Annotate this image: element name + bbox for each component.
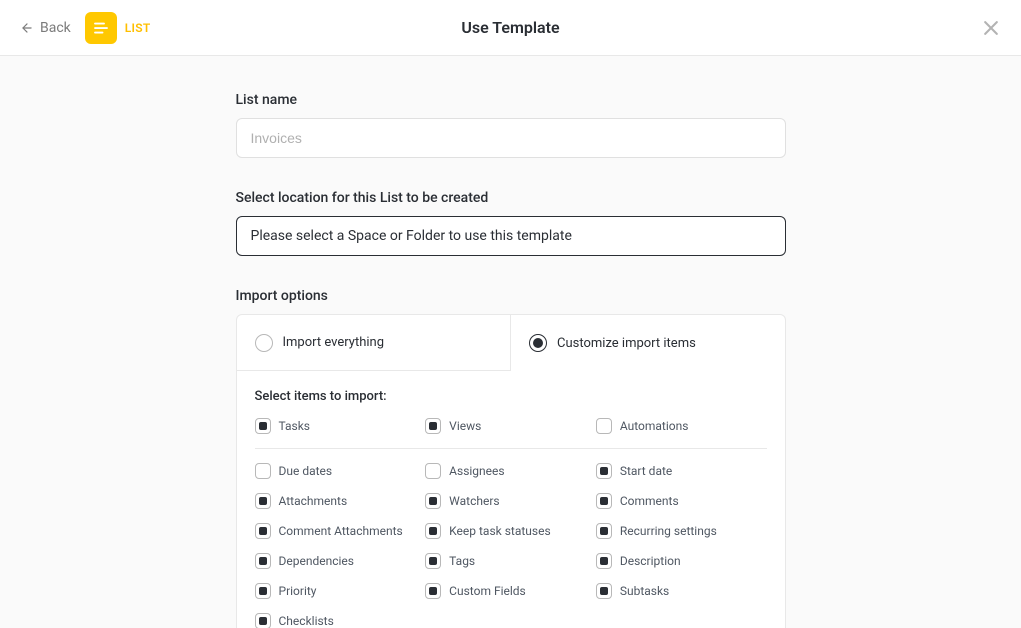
location-label: Select location for this List to be crea… <box>236 190 786 206</box>
checkbox-due_dates[interactable]: Due dates <box>255 463 426 479</box>
location-placeholder: Please select a Space or Folder to use t… <box>251 228 572 244</box>
checkbox-icon <box>255 418 271 434</box>
checkbox-label: Description <box>620 554 681 568</box>
select-items-label: Select items to import: <box>255 389 767 404</box>
page-title: Use Template <box>461 18 559 37</box>
import-options-label: Import options <box>236 288 786 304</box>
checkbox-icon <box>255 613 271 628</box>
checkbox-description[interactable]: Description <box>596 553 767 569</box>
checkbox-icon <box>596 463 612 479</box>
checkbox-icon <box>255 523 271 539</box>
import-content: Select items to import: Tasks Views Automa… <box>237 371 785 628</box>
import-tab-label: Customize import items <box>557 336 696 351</box>
checkbox-icon <box>425 493 441 509</box>
arrow-left-icon <box>20 21 34 35</box>
close-icon <box>981 18 1001 38</box>
checkbox-custom_fields[interactable]: Custom Fields <box>425 583 596 599</box>
import-panel: Import everything Customize import items… <box>236 314 786 628</box>
grid-row: Attachments Watchers Comments <box>255 493 767 509</box>
checkbox-icon <box>596 493 612 509</box>
topbar: Back LIST Use Template <box>0 0 1021 56</box>
checkbox-dependencies[interactable]: Dependencies <box>255 553 426 569</box>
checkbox-label: Assignees <box>449 464 504 478</box>
checkbox-label: Comment Attachments <box>279 524 403 538</box>
import-tab-customize[interactable]: Customize import items <box>511 315 785 371</box>
list-name-label: List name <box>236 92 786 108</box>
checkbox-icon <box>596 523 612 539</box>
checkbox-assignees[interactable]: Assignees <box>425 463 596 479</box>
grid-row: Checklists <box>255 613 767 628</box>
radio-icon <box>255 334 273 352</box>
checkbox-label: Comments <box>620 494 679 508</box>
checkbox-label: Keep task statuses <box>449 524 550 538</box>
checkbox-icon <box>255 553 271 569</box>
checkbox-comments[interactable]: Comments <box>596 493 767 509</box>
checkbox-label: Attachments <box>279 494 348 508</box>
checkbox-icon <box>425 523 441 539</box>
checkbox-label: Recurring settings <box>620 524 717 538</box>
checkbox-icon <box>596 418 612 434</box>
checkbox-label: Due dates <box>279 464 333 478</box>
back-label: Back <box>40 20 71 36</box>
checkbox-label: Custom Fields <box>449 584 526 598</box>
checkbox-label: Automations <box>620 419 689 433</box>
import-tab-everything[interactable]: Import everything <box>237 315 512 371</box>
checkbox-views[interactable]: Views <box>425 418 596 434</box>
template-form: List name Select location for this List … <box>236 92 786 628</box>
checkbox-start_date[interactable]: Start date <box>596 463 767 479</box>
checkbox-label: Priority <box>279 584 317 598</box>
checkbox-label: Tasks <box>279 419 311 433</box>
checkbox-label: Tags <box>449 554 475 568</box>
grid-row: Dependencies Tags Description <box>255 553 767 569</box>
checkbox-comment_attachments[interactable]: Comment Attachments <box>255 523 426 539</box>
checkbox-tags[interactable]: Tags <box>425 553 596 569</box>
checkbox-keep_task_statuses[interactable]: Keep task statuses <box>425 523 596 539</box>
checkbox-tasks[interactable]: Tasks <box>255 418 426 434</box>
grid-row: Due dates Assignees Start date <box>255 463 767 479</box>
checkbox-recurring_settings[interactable]: Recurring settings <box>596 523 767 539</box>
body-area: List name Select location for this List … <box>0 56 1021 628</box>
checkbox-checklists[interactable]: Checklists <box>255 613 426 628</box>
checkbox-icon <box>425 418 441 434</box>
radio-icon <box>529 334 547 352</box>
list-name-input[interactable] <box>236 118 786 158</box>
import-grid: Due dates Assignees Start date Attachments W… <box>255 463 767 628</box>
checkbox-label: Checklists <box>279 614 334 628</box>
list-type-badge-icon <box>85 12 117 44</box>
checkbox-watchers[interactable]: Watchers <box>425 493 596 509</box>
import-tabs: Import everything Customize import items <box>237 315 785 371</box>
list-icon <box>92 19 110 37</box>
checkbox-priority[interactable]: Priority <box>255 583 426 599</box>
checkbox-icon <box>255 493 271 509</box>
checkbox-icon <box>255 463 271 479</box>
grid-row: Priority Custom Fields Subtasks <box>255 583 767 599</box>
close-button[interactable] <box>981 18 1001 38</box>
grid-row: Comment Attachments Keep task statuses Rec… <box>255 523 767 539</box>
checkbox-icon <box>425 583 441 599</box>
checkbox-label: Views <box>449 419 481 433</box>
checkbox-label: Dependencies <box>279 554 354 568</box>
checkbox-label: Watchers <box>449 494 499 508</box>
checkbox-icon <box>596 553 612 569</box>
checkbox-subtasks[interactable]: Subtasks <box>596 583 767 599</box>
checkbox-label: Subtasks <box>620 584 669 598</box>
checkbox-icon <box>425 463 441 479</box>
checkbox-label: Start date <box>620 464 672 478</box>
import-tab-label: Import everything <box>283 335 385 350</box>
checkbox-attachments[interactable]: Attachments <box>255 493 426 509</box>
location-select[interactable]: Please select a Space or Folder to use t… <box>236 216 786 256</box>
list-type-badge-label: LIST <box>125 21 151 35</box>
checkbox-icon <box>596 583 612 599</box>
import-top-row: Tasks Views Automations <box>255 418 767 449</box>
checkbox-icon <box>425 553 441 569</box>
checkbox-automations[interactable]: Automations <box>596 418 767 434</box>
checkbox-icon <box>255 583 271 599</box>
back-button[interactable]: Back <box>20 20 71 36</box>
